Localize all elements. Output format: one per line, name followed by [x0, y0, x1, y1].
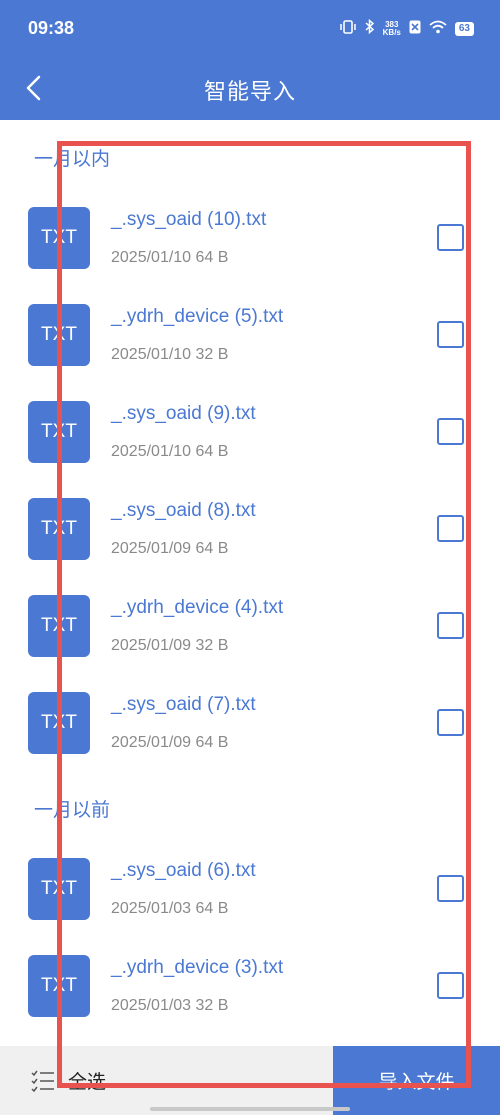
file-checkbox[interactable]: [437, 612, 464, 639]
file-name: _.sys_oaid (6).txt: [111, 860, 256, 881]
file-meta: 2025/01/03 64 B: [111, 900, 229, 917]
file-checkbox[interactable]: [437, 709, 464, 736]
txt-file-icon: TXT: [28, 955, 90, 1017]
file-meta: 2025/01/03 32 B: [111, 997, 229, 1014]
file-meta: 2025/01/10 64 B: [111, 443, 229, 460]
select-all-button[interactable]: 全选: [30, 1046, 106, 1115]
net-speed-unit: KB/s: [382, 28, 401, 37]
app-bar: 智能导入: [0, 58, 500, 120]
file-meta: 2025/01/10 32 B: [111, 346, 229, 363]
file-meta: 2025/01/09 64 B: [111, 734, 229, 751]
file-meta: 2025/01/09 64 B: [111, 540, 229, 557]
file-name: _.sys_oaid (10).txt: [111, 209, 267, 230]
bluetooth-icon: [365, 18, 375, 39]
txt-file-icon: TXT: [28, 498, 90, 560]
file-row[interactable]: TXT _.ydrh_device (3).txt 2025/01/03 32 …: [0, 955, 500, 1045]
file-row[interactable]: TXT _.sys_oaid (8).txt 2025/01/09 64 B: [0, 498, 500, 588]
txt-file-icon: TXT: [28, 207, 90, 269]
section-title-within-month: 一月以内: [34, 148, 111, 170]
bottom-action-bar: 全选 导入文件: [0, 1046, 500, 1115]
file-row[interactable]: TXT _.sys_oaid (7).txt 2025/01/09 64 B: [0, 692, 500, 782]
file-row[interactable]: TXT _.ydrh_device (5).txt 2025/01/10 32 …: [0, 304, 500, 394]
vibrate-icon: [339, 19, 357, 39]
net-speed: 383 KB/s: [383, 21, 401, 37]
file-checkbox[interactable]: [437, 875, 464, 902]
status-icons: 383 KB/s 63: [339, 18, 474, 39]
file-row[interactable]: TXT _.sys_oaid (9).txt 2025/01/10 64 B: [0, 401, 500, 491]
txt-file-icon: TXT: [28, 692, 90, 754]
file-name: _.sys_oaid (9).txt: [111, 403, 256, 424]
file-meta: 2025/01/09 32 B: [111, 637, 229, 654]
file-row[interactable]: TXT _.ydrh_device (4).txt 2025/01/09 32 …: [0, 595, 500, 685]
import-files-button[interactable]: 导入文件: [333, 1046, 500, 1115]
file-checkbox[interactable]: [437, 972, 464, 999]
status-time: 09:38: [28, 18, 75, 38]
wifi-icon: [429, 20, 447, 39]
file-name: _.sys_oaid (7).txt: [111, 694, 256, 715]
file-checkbox[interactable]: [437, 321, 464, 348]
file-name: _.ydrh_device (3).txt: [111, 957, 284, 978]
checklist-icon: [31, 1070, 54, 1092]
file-meta: 2025/01/10 64 B: [111, 249, 229, 266]
file-name: _.ydrh_device (4).txt: [111, 597, 284, 618]
txt-file-icon: TXT: [28, 401, 90, 463]
battery-indicator: 63: [454, 22, 474, 36]
page-title: 智能导入: [203, 80, 296, 105]
file-checkbox[interactable]: [437, 224, 464, 251]
file-checkbox[interactable]: [437, 418, 464, 445]
file-list[interactable]: 一月以内 TXT _.sys_oaid (10).txt 2025/01/10 …: [0, 120, 500, 1046]
txt-file-icon: TXT: [28, 858, 90, 920]
gesture-nav-bar: [150, 1107, 350, 1111]
file-row[interactable]: TXT _.sys_oaid (10).txt 2025/01/10 64 B: [0, 207, 500, 297]
txt-file-icon: TXT: [28, 304, 90, 366]
status-bar: 09:38 383 KB/s 63: [0, 0, 500, 58]
file-row[interactable]: TXT _.sys_oaid (6).txt 2025/01/03 64 B: [0, 858, 500, 948]
no-sim-icon: [409, 20, 421, 39]
file-name: _.sys_oaid (8).txt: [111, 500, 256, 521]
txt-file-icon: TXT: [28, 595, 90, 657]
file-checkbox[interactable]: [437, 515, 464, 542]
file-name: _.ydrh_device (5).txt: [111, 306, 284, 327]
select-all-label: 全选: [68, 1071, 107, 1093]
section-title-before-month: 一月以前: [34, 799, 111, 821]
